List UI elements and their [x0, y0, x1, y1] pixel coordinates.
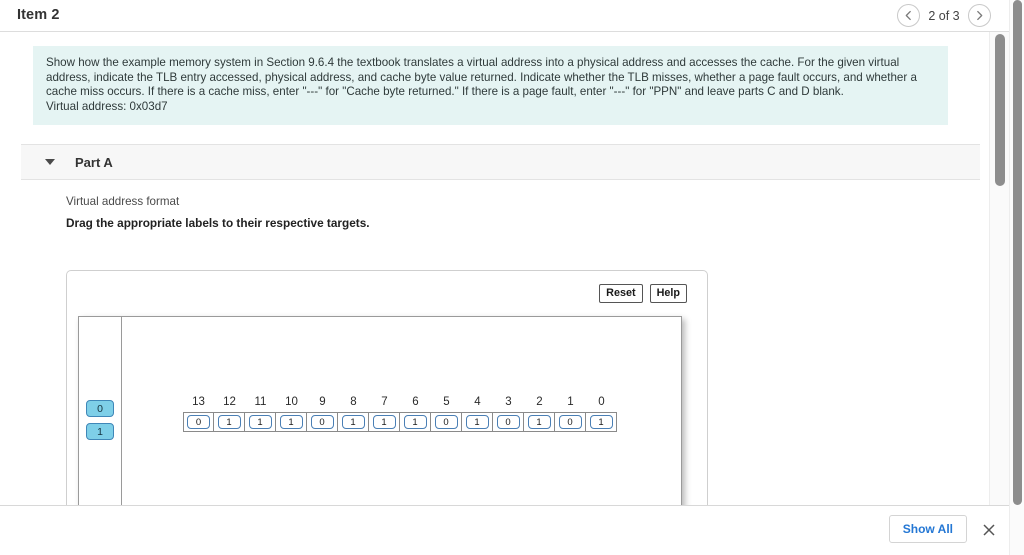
label-bank-tiles: 0 1 [86, 400, 114, 440]
bit-number-label: 2 [536, 396, 543, 408]
bit-drop-target[interactable]: 1 [338, 412, 369, 432]
bit-value-tile[interactable]: 1 [217, 415, 241, 429]
bit-column-1: 10 [555, 395, 586, 432]
page-title: Item 2 [17, 7, 60, 23]
chevron-right-icon [975, 10, 984, 21]
bit-drop-target[interactable]: 0 [431, 412, 462, 432]
bit-column-12: 12 1 [214, 395, 245, 432]
bit-value-tile[interactable]: 1 [465, 415, 489, 429]
bit-column-10: 10 1 [276, 395, 307, 432]
chevron-left-icon [904, 10, 913, 21]
page-footer: Show All [0, 506, 1009, 555]
bit-value-tile[interactable]: 1 [589, 415, 613, 429]
bit-drop-target[interactable]: 0 [183, 412, 214, 432]
bit-value-tile[interactable]: 1 [279, 415, 303, 429]
bit-column-4: 41 [462, 395, 493, 432]
item-counter: 2 of 3 [928, 8, 960, 23]
content-scrollbar-thumb[interactable] [995, 34, 1005, 186]
bit-drop-target[interactable]: 1 [462, 412, 493, 432]
show-all-button[interactable]: Show All [888, 515, 967, 543]
bit-drop-target[interactable]: 0 [555, 412, 586, 432]
bit-number-label: 6 [412, 396, 419, 408]
bit-column-13: 13 0 [183, 395, 214, 432]
bit-number-label: 9 [319, 396, 326, 408]
bit-number-label: 5 [443, 396, 450, 408]
bit-number-label: 0 [598, 396, 605, 408]
bit-number-label: 8 [350, 396, 357, 408]
bit-value-tile[interactable]: 0 [496, 415, 520, 429]
bit-value-tile[interactable]: 0 [187, 415, 210, 429]
dragdrop-canvas: 0 1 13 0 12 1 11 1 10 1 9 0 8 1 7 1 6 1 5 0 4 1 3 0 2 1 1 0 0 1 [78, 316, 682, 505]
bit-drop-target[interactable]: 0 [307, 412, 338, 432]
bit-drop-target[interactable]: 1 [586, 412, 617, 432]
bit-number-label: 12 [223, 396, 236, 408]
bit-column-9: 90 [307, 395, 338, 432]
bit-column-3: 30 [493, 395, 524, 432]
content-scrollbar[interactable] [989, 32, 1009, 505]
label-bank: 0 1 [79, 317, 122, 505]
bit-value-tile[interactable]: 1 [403, 415, 427, 429]
previous-item-button[interactable] [897, 4, 920, 27]
close-icon[interactable] [981, 522, 997, 538]
help-button[interactable]: Help [649, 284, 687, 303]
assignment-page: Item 2 2 of 3 Show how the example memor… [0, 0, 1024, 555]
bit-value-tile[interactable]: 0 [558, 415, 582, 429]
question-prompt: Show how the example memory system in Se… [33, 46, 948, 126]
bit-column-6: 61 [400, 395, 431, 432]
bit-column-0: 01 [586, 395, 617, 432]
bit-column-5: 50 [431, 395, 462, 432]
bit-column-8: 81 [338, 395, 369, 432]
bit-column-2: 21 [524, 395, 555, 432]
bit-value-tile[interactable]: 0 [434, 415, 458, 429]
dragdrop-toolbar: Reset Help [599, 284, 687, 303]
bit-number-label: 11 [254, 396, 267, 408]
bit-value-tile[interactable]: 1 [341, 415, 365, 429]
question-content-area: Show how the example memory system in Se… [0, 32, 1009, 506]
drag-instruction: Drag the appropriate labels to their res… [66, 216, 370, 230]
bit-drop-target[interactable]: 1 [524, 412, 555, 432]
bit-number-label: 7 [381, 396, 388, 408]
bit-drop-target[interactable]: 1 [214, 412, 245, 432]
reset-button[interactable]: Reset [599, 284, 643, 303]
item-pager: 2 of 3 [897, 0, 991, 31]
prompt-virtual-address: Virtual address: 0x03d7 [46, 99, 168, 113]
bit-number-label: 13 [192, 396, 205, 408]
prompt-body: Show how the example memory system in Se… [46, 56, 917, 99]
dragdrop-panel: Reset Help 0 1 13 0 12 1 11 1 10 1 9 0 8 1 7 1 6 1 5 0 4 1 3… [66, 270, 708, 505]
page-scrollbar-thumb[interactable] [1013, 0, 1022, 505]
page-scrollbar[interactable] [1009, 0, 1024, 555]
bit-value-tile[interactable]: 1 [527, 415, 551, 429]
bit-number-label: 3 [505, 396, 512, 408]
bit-column-11: 11 1 [245, 395, 276, 432]
bit-drop-target[interactable]: 1 [369, 412, 400, 432]
bit-drop-target[interactable]: 0 [493, 412, 524, 432]
bit-value-tile[interactable]: 0 [310, 415, 334, 429]
bit-number-label: 10 [285, 396, 298, 408]
next-item-button[interactable] [968, 4, 991, 27]
caret-down-icon[interactable] [45, 159, 55, 165]
draggable-label-0[interactable]: 0 [86, 400, 114, 417]
draggable-label-1[interactable]: 1 [86, 423, 114, 440]
page-header: Item 2 2 of 3 [0, 0, 1009, 32]
question-content-inner: Show how the example memory system in Se… [0, 32, 988, 505]
bit-column-7: 71 [369, 395, 400, 432]
bit-number-label: 4 [474, 396, 481, 408]
part-a-sublabel: Virtual address format [66, 195, 180, 208]
bit-value-tile[interactable]: 1 [372, 415, 396, 429]
bit-drop-target[interactable]: 1 [245, 412, 276, 432]
bit-drop-target[interactable]: 1 [276, 412, 307, 432]
virtual-address-bitfield: 13 0 12 1 11 1 10 1 9 0 8 1 7 1 6 1 5 0 4 1 3 0 2 1 1 0 0 1 [183, 395, 617, 432]
bit-number-label: 1 [567, 396, 574, 408]
part-a-header[interactable]: Part A [21, 144, 980, 180]
part-a-label: Part A [75, 154, 113, 170]
bit-value-tile[interactable]: 1 [248, 415, 272, 429]
bit-drop-target[interactable]: 1 [400, 412, 431, 432]
